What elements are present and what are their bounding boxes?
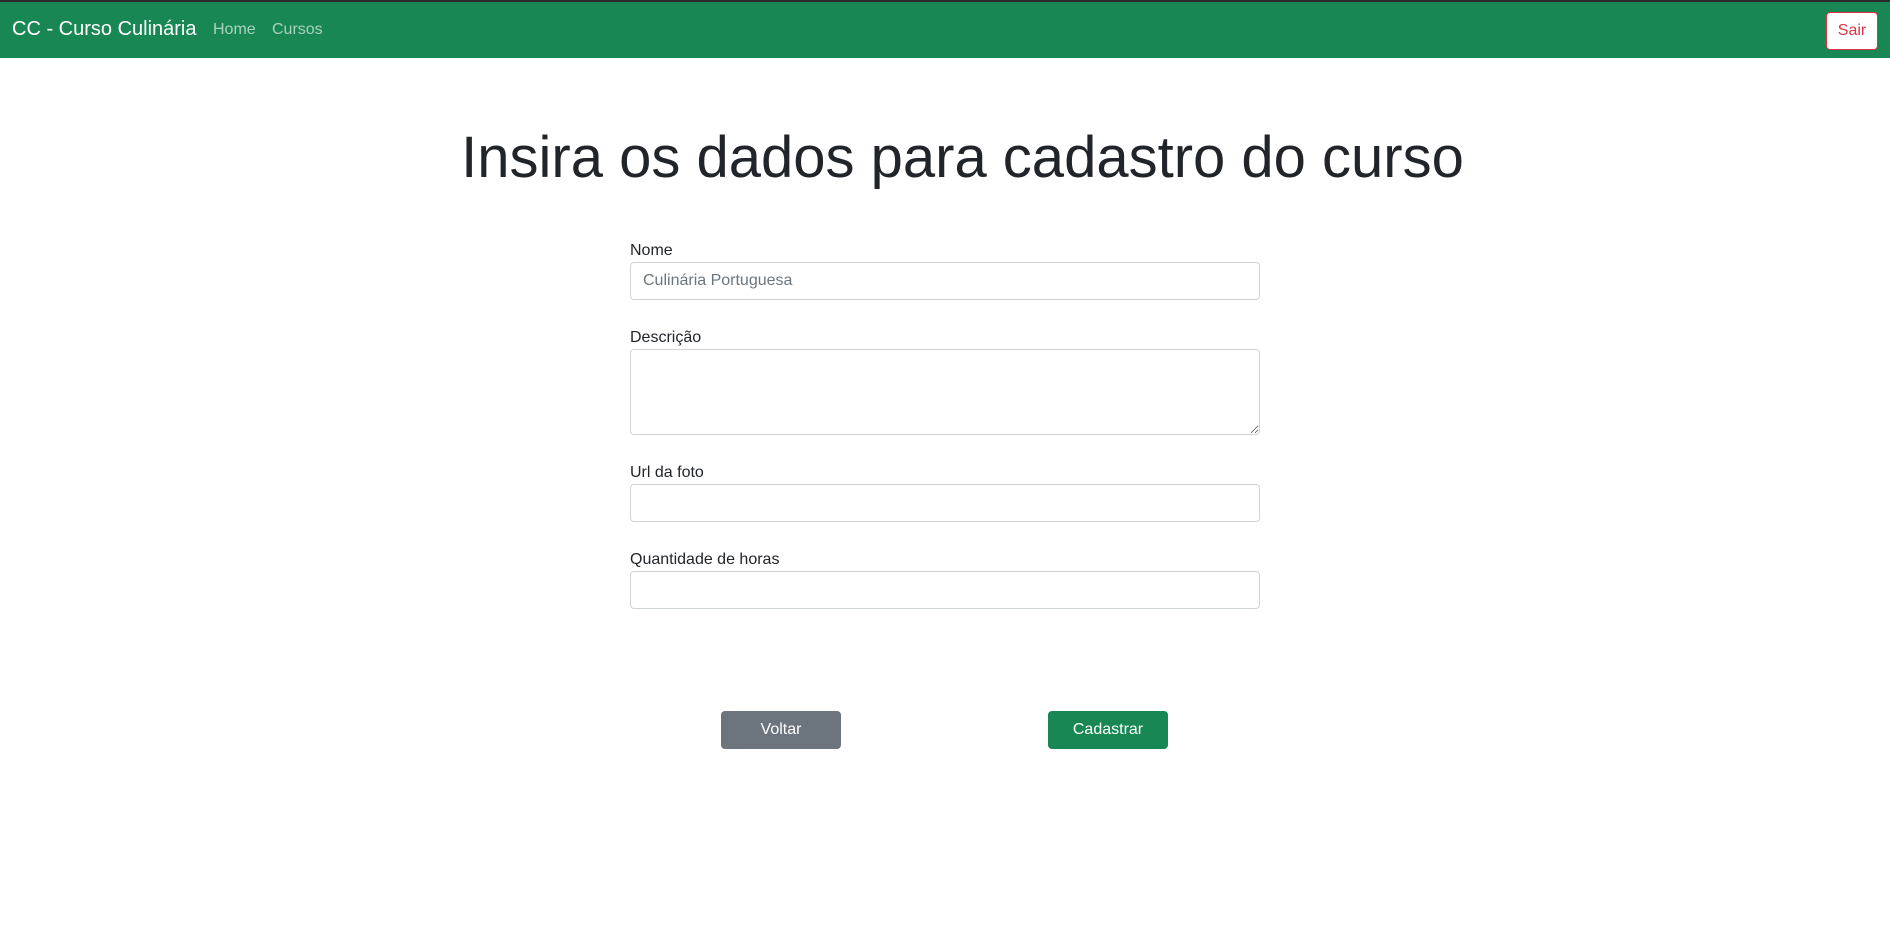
- descricao-label: Descrição: [630, 329, 702, 346]
- submit-button[interactable]: Cadastrar: [1048, 711, 1168, 749]
- logout-button[interactable]: Sair: [1826, 12, 1878, 50]
- nome-input[interactable]: [630, 262, 1260, 300]
- horas-input[interactable]: [630, 571, 1260, 609]
- form-group-nome: Nome: [630, 241, 1260, 300]
- form-group-descricao: Descrição: [630, 328, 1260, 440]
- form-group-url-foto: Url da foto: [630, 463, 1260, 522]
- descricao-textarea[interactable]: [630, 349, 1260, 435]
- back-button[interactable]: Voltar: [721, 711, 841, 749]
- horas-label: Quantidade de horas: [630, 551, 780, 568]
- nome-label: Nome: [630, 242, 673, 259]
- url-foto-label: Url da foto: [630, 464, 704, 481]
- page-title: Insira os dados para cadastro do curso: [461, 125, 1464, 190]
- url-foto-input[interactable]: [630, 484, 1260, 522]
- form-group-horas: Quantidade de horas: [630, 550, 1260, 609]
- top-navbar: CC - Curso Culinária Home Cursos Sair: [0, 0, 1890, 58]
- nav-link-cursos[interactable]: Cursos: [272, 21, 323, 39]
- brand-link[interactable]: CC - Curso Culinária: [12, 18, 197, 41]
- nav-link-home[interactable]: Home: [213, 21, 256, 39]
